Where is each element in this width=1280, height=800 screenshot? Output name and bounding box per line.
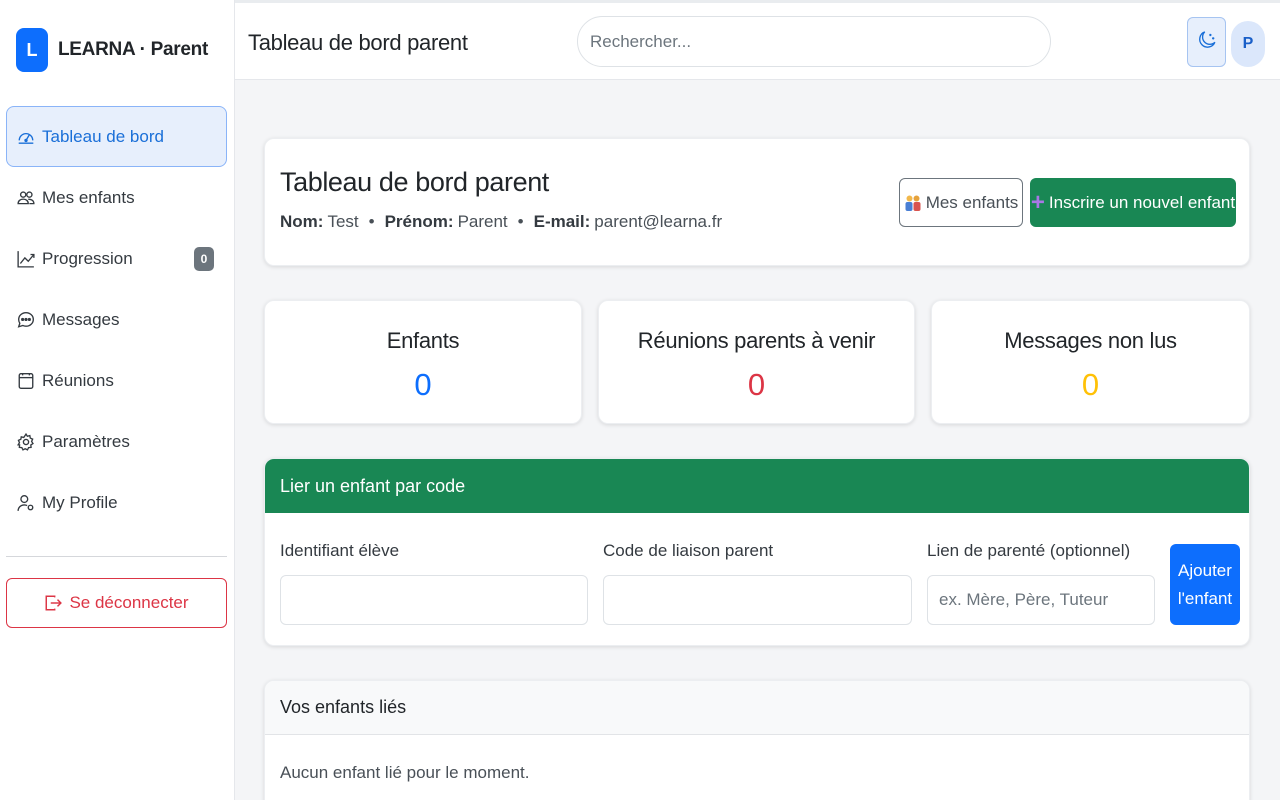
sidebar-item-label: Réunions	[42, 370, 114, 390]
sidebar-item-reunions[interactable]: Réunions	[6, 350, 227, 411]
brand-name: LEARNA · Parent	[58, 39, 208, 60]
sidebar-item-dashboard[interactable]: Tableau de bord	[6, 106, 227, 167]
inscrire-enfant-button[interactable]: + Inscrire un nouvel enfant	[1030, 178, 1236, 227]
linked-children-card: Vos enfants liés Aucun enfant lié pour l…	[264, 680, 1250, 800]
parent-code-input[interactable]	[603, 575, 912, 625]
avatar[interactable]: P	[1231, 21, 1265, 67]
sidebar-item-label: Mes enfants	[42, 187, 135, 207]
stat-card-enfants: Enfants 0	[264, 300, 582, 424]
gear-icon	[17, 432, 35, 451]
brand-logo: L	[16, 28, 48, 72]
stat-label: Messages non lus	[1004, 328, 1177, 353]
logout-icon	[44, 594, 63, 612]
nom-value: Test	[327, 212, 359, 231]
page-title: Tableau de bord parent	[248, 30, 468, 55]
theme-toggle-button[interactable]	[1187, 17, 1226, 67]
link-child-header: Lier un enfant par code	[265, 459, 1249, 513]
link-child-card: Lier un enfant par code Identifiant élèv…	[264, 458, 1250, 646]
dashboard-icon	[17, 128, 35, 146]
separator: •	[368, 212, 375, 231]
stat-card-messages: Messages non lus 0	[931, 300, 1250, 424]
prenom-label: Prénom:	[384, 212, 454, 231]
plus-icon: +	[1030, 188, 1045, 216]
mes-enfants-button-label: Mes enfants	[925, 192, 1019, 212]
parent-info: Nom: Test • Prénom: Parent • E-mail: par…	[280, 212, 722, 232]
calendar-icon	[17, 372, 35, 390]
topbar: Tableau de bord parent P	[235, 0, 1280, 80]
sidebar-item-label: My Profile	[42, 492, 118, 512]
add-child-button-label: Ajouter l'enfant	[1178, 557, 1232, 611]
linked-children-header: Vos enfants liés	[265, 681, 1249, 735]
sidebar-item-progression[interactable]: Progression 0	[6, 228, 227, 289]
sidebar-item-my-profile[interactable]: My Profile	[6, 472, 227, 533]
chat-icon	[17, 311, 35, 329]
stat-value: 0	[414, 367, 432, 402]
relation-input[interactable]	[927, 575, 1155, 625]
sidebar-item-label: Paramètres	[42, 431, 130, 451]
sidebar: L LEARNA · Parent Tableau de bord Mes en…	[0, 0, 235, 800]
search-input[interactable]	[577, 16, 1051, 67]
mes-enfants-button[interactable]: Mes enfants	[899, 178, 1023, 227]
sidebar-item-mes-enfants[interactable]: Mes enfants	[6, 167, 227, 228]
stat-label: Enfants	[386, 328, 460, 353]
prenom-value: Parent	[457, 212, 508, 231]
sidebar-item-label: Progression	[42, 248, 133, 268]
family-icon	[904, 194, 922, 212]
inscrire-enfant-button-label: Inscrire un nouvel enfant	[1048, 192, 1236, 212]
sidebar-divider	[6, 556, 227, 557]
nom-label: Nom:	[280, 212, 324, 231]
person-gear-icon	[17, 494, 35, 512]
stat-card-reunions: Réunions parents à venir 0	[598, 300, 915, 424]
stat-value: 0	[1081, 367, 1100, 402]
student-id-label: Identifiant élève	[280, 541, 400, 560]
student-id-input[interactable]	[280, 575, 588, 625]
graph-up-icon	[17, 250, 35, 268]
email-label: E-mail:	[533, 212, 591, 231]
add-child-button-line2: l'enfant	[1177, 588, 1233, 608]
parent-header-card: Tableau de bord parent Nom: Test • Préno…	[264, 138, 1250, 266]
separator: •	[517, 212, 524, 231]
add-child-button[interactable]: Ajouter l'enfant	[1170, 544, 1240, 625]
sidebar-item-parametres[interactable]: Paramètres	[6, 411, 227, 472]
header-card-title: Tableau de bord parent	[280, 167, 549, 197]
linked-children-empty-text: Aucun enfant lié pour le moment.	[280, 763, 530, 782]
sidebar-item-messages[interactable]: Messages	[6, 289, 227, 350]
email-value: parent@learna.fr	[594, 212, 723, 231]
people-icon	[17, 189, 35, 207]
stat-label: Réunions parents à venir	[637, 328, 876, 353]
logout-button[interactable]: Se déconnecter	[6, 578, 227, 628]
sidebar-nav: Tableau de bord Mes enfants Progression …	[6, 106, 227, 533]
stat-value: 0	[747, 367, 766, 402]
brand[interactable]: L LEARNA · Parent	[0, 0, 234, 100]
add-child-button-line1: Ajouter	[1178, 561, 1232, 581]
moon-stars-icon	[1198, 30, 1216, 54]
logout-label: Se déconnecter	[69, 593, 189, 612]
progression-count-badge: 0	[194, 246, 214, 271]
relation-label: Lien de parenté (optionnel)	[927, 541, 1131, 560]
parent-code-label: Code de liaison parent	[603, 541, 774, 560]
sidebar-item-label: Messages	[42, 309, 120, 329]
sidebar-item-label: Tableau de bord	[42, 126, 164, 146]
